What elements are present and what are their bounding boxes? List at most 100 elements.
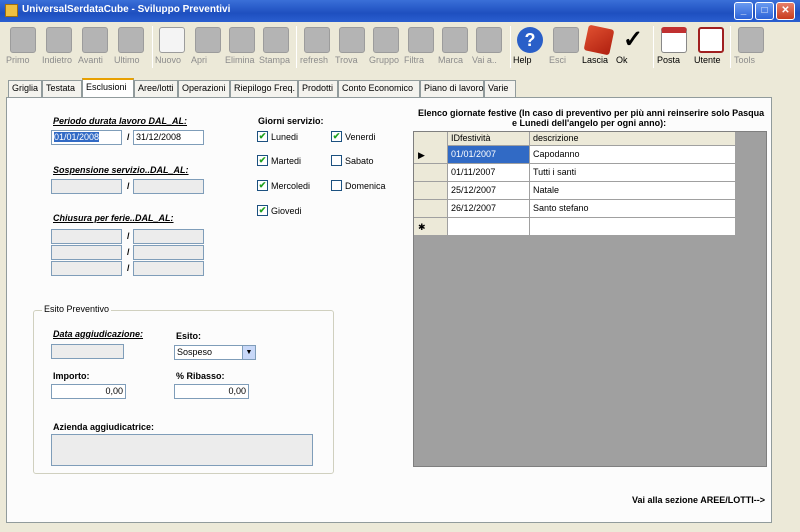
- periodo-dal-value: 01/01/2008: [54, 132, 100, 142]
- trash-icon: [229, 27, 255, 53]
- new-row-icon[interactable]: ✱: [414, 218, 448, 236]
- periodo-dal-input[interactable]: 01/01/2008: [51, 130, 122, 145]
- check-icon: ✓: [622, 26, 644, 53]
- new-row-cell-id[interactable]: [448, 218, 530, 236]
- row-header[interactable]: [414, 200, 448, 218]
- column-header-idfestivita[interactable]: IDfestività: [448, 132, 530, 146]
- binoculars-icon: [339, 27, 365, 53]
- periodo-al-input[interactable]: 31/12/2008: [133, 130, 204, 145]
- minimize-button[interactable]: _: [734, 2, 753, 20]
- tab-aree-lotti[interactable]: Aree/lotti: [134, 80, 178, 97]
- print-icon: [263, 27, 289, 53]
- window-title: UniversalSerdataCube - Sviluppo Preventi…: [22, 4, 231, 15]
- row-header[interactable]: [414, 182, 448, 200]
- giorni-label: Giorni servizio:: [258, 116, 324, 126]
- data-aggiudicazione-input[interactable]: [51, 344, 124, 359]
- sospensione-dal-input[interactable]: [51, 179, 122, 194]
- lascia-button[interactable]: Lascia: [582, 24, 616, 70]
- table-cell-id[interactable]: 01/01/2007: [448, 146, 530, 164]
- vai-aree-lotti-link[interactable]: Vai alla sezione AREE/LOTTI-->: [632, 495, 765, 505]
- title-bar[interactable]: UniversalSerdataCube - Sviluppo Preventi…: [0, 0, 800, 22]
- sabato-label: Sabato: [345, 156, 374, 166]
- leave-icon: [583, 24, 615, 56]
- importo-input[interactable]: 0,00: [51, 384, 126, 399]
- tab-riepilogo-freq[interactable]: Riepilogo Freq.: [230, 80, 298, 97]
- new-row-cell-desc[interactable]: [530, 218, 736, 236]
- azienda-input[interactable]: [51, 434, 313, 466]
- filtra-button[interactable]: Filtra: [404, 24, 438, 70]
- primo-label: Primo: [6, 55, 30, 65]
- table-cell-id[interactable]: 26/12/2007: [448, 200, 530, 218]
- toolbar-separator: [510, 26, 511, 68]
- help-icon: ?: [517, 27, 543, 53]
- table-cell-desc[interactable]: Natale: [530, 182, 736, 200]
- gruppo-button[interactable]: Gruppo: [369, 24, 403, 70]
- domenica-checkbox[interactable]: [331, 180, 342, 191]
- primo-button[interactable]: Primo: [6, 24, 40, 70]
- tab-griglia[interactable]: Griglia: [8, 80, 42, 97]
- toolbar-separator: [296, 26, 297, 68]
- refresh-label: refresh: [300, 55, 329, 65]
- column-header-descrizione[interactable]: descrizione: [530, 132, 736, 146]
- mercoledi-label: Mercoledi: [271, 181, 311, 191]
- trova-button[interactable]: Trova: [335, 24, 369, 70]
- refresh-button[interactable]: refresh: [300, 24, 334, 70]
- chiusura-dal-input-3[interactable]: [51, 261, 122, 276]
- festive-grid[interactable]: IDfestività descrizione ▶ 01/01/2007 Cap…: [413, 131, 767, 467]
- esito-label: Esito:: [176, 331, 202, 341]
- avanti-button[interactable]: Avanti: [78, 24, 112, 70]
- table-cell-id[interactable]: 25/12/2007: [448, 182, 530, 200]
- tab-varie[interactable]: Varie: [484, 80, 516, 97]
- chiusura-dal-input-1[interactable]: [51, 229, 122, 244]
- lunedi-checkbox[interactable]: ✔: [257, 131, 268, 142]
- posta-button[interactable]: Posta: [657, 24, 691, 70]
- domenica-label: Domenica: [345, 181, 386, 191]
- utente-button[interactable]: Utente: [694, 24, 728, 70]
- close-button[interactable]: ✕: [776, 2, 795, 20]
- current-row-icon[interactable]: ▶: [414, 146, 448, 164]
- martedi-checkbox[interactable]: ✔: [257, 155, 268, 166]
- ultimo-button[interactable]: Ultimo: [114, 24, 148, 70]
- mercoledi-checkbox[interactable]: ✔: [257, 180, 268, 191]
- chiusura-label: Chiusura per ferie..DAL_AL:: [53, 213, 174, 223]
- tab-esclusioni[interactable]: Esclusioni: [82, 78, 134, 98]
- venerdi-checkbox[interactable]: ✔: [331, 131, 342, 142]
- nuovo-button[interactable]: Nuovo: [155, 24, 189, 70]
- chiusura-al-input-3[interactable]: [133, 261, 204, 276]
- importo-label: Importo:: [53, 371, 90, 381]
- apri-button[interactable]: Apri: [191, 24, 225, 70]
- chevron-down-icon[interactable]: ▼: [242, 346, 255, 359]
- tab-piano-di-lavoro[interactable]: Piano di lavoro: [420, 80, 484, 97]
- table-cell-desc[interactable]: Tutti i santi: [530, 164, 736, 182]
- row-header[interactable]: [414, 164, 448, 182]
- tab-operazioni[interactable]: Operazioni: [178, 80, 230, 97]
- indietro-button[interactable]: Indietro: [42, 24, 76, 70]
- chiusura-al-input-2[interactable]: [133, 245, 204, 260]
- esito-select[interactable]: Sospeso ▼: [174, 345, 256, 360]
- sabato-checkbox[interactable]: [331, 155, 342, 166]
- table-cell-id[interactable]: 01/11/2007: [448, 164, 530, 182]
- table-cell-desc[interactable]: Capodanno: [530, 146, 736, 164]
- maximize-button[interactable]: □: [755, 2, 774, 20]
- tools-button[interactable]: Tools: [734, 24, 768, 70]
- tab-prodotti[interactable]: Prodotti: [298, 80, 338, 97]
- table-cell-desc[interactable]: Santo stefano: [530, 200, 736, 218]
- nuovo-label: Nuovo: [155, 55, 182, 65]
- help-button[interactable]: ? Help: [513, 24, 547, 70]
- periodo-label: Periodo durata lavoro DAL_AL:: [53, 116, 188, 126]
- elimina-button[interactable]: Elimina: [225, 24, 259, 70]
- chiusura-dal-input-2[interactable]: [51, 245, 122, 260]
- user-icon: [698, 27, 724, 53]
- tab-testata[interactable]: Testata: [42, 80, 82, 97]
- vai-a-button[interactable]: Vai a..: [472, 24, 506, 70]
- sospensione-al-input[interactable]: [133, 179, 204, 194]
- tab-conto-economico[interactable]: Conto Economico: [338, 80, 420, 97]
- martedi-label: Martedi: [271, 156, 302, 166]
- ribasso-input[interactable]: 0,00: [174, 384, 249, 399]
- marca-button[interactable]: Marca: [438, 24, 472, 70]
- chiusura-al-input-1[interactable]: [133, 229, 204, 244]
- stampa-button[interactable]: Stampa: [259, 24, 293, 70]
- ok-button[interactable]: ✓ Ok: [616, 24, 650, 70]
- esci-button[interactable]: Esci: [549, 24, 583, 70]
- giovedi-checkbox[interactable]: ✔: [257, 205, 268, 216]
